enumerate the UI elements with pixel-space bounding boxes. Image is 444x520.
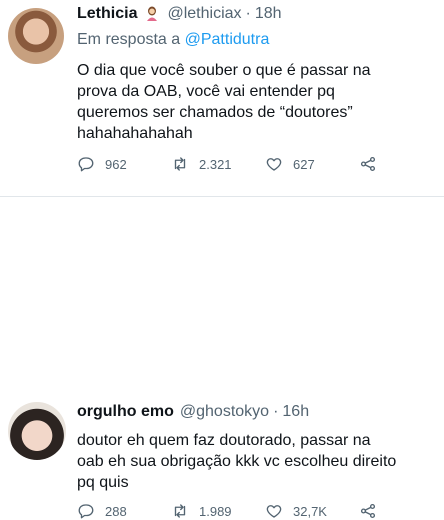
- like-button[interactable]: 627: [265, 155, 359, 173]
- retweet-button[interactable]: 2.321: [171, 155, 265, 173]
- retweet-count: 2.321: [199, 156, 232, 172]
- user-handle[interactable]: @lethiciax: [167, 4, 241, 24]
- heart-icon: [265, 502, 283, 520]
- display-name[interactable]: Lethicia: [77, 4, 137, 24]
- share-icon: [359, 155, 377, 173]
- woman-emoji-icon: [145, 6, 159, 22]
- reply-count: 962: [105, 156, 127, 172]
- avatar[interactable]: [8, 402, 66, 460]
- action-bar: 288 1.989 32,7K: [77, 502, 387, 520]
- reply-button[interactable]: 288: [77, 502, 171, 520]
- reply-icon: [77, 155, 95, 173]
- tweet[interactable]: Lethicia @lethiciax · 18h Em resposta a …: [0, 0, 444, 197]
- avatar[interactable]: [8, 8, 64, 64]
- reply-to-link[interactable]: @Pattidutra: [185, 31, 270, 48]
- tweet-text: O dia que você souber o que é passar na …: [77, 62, 371, 142]
- retweet-count: 1.989: [199, 503, 232, 519]
- reply-prefix: Em resposta a: [77, 31, 181, 48]
- timestamp[interactable]: 18h: [255, 4, 282, 24]
- retweet-icon: [171, 155, 189, 173]
- retweet-icon: [171, 502, 189, 520]
- like-count: 627: [293, 156, 315, 172]
- like-button[interactable]: 32,7K: [265, 502, 359, 520]
- heart-icon: [265, 155, 283, 173]
- like-count: 32,7K: [293, 503, 327, 519]
- display-name[interactable]: orgulho emo: [77, 402, 174, 422]
- tweet-content: orgulho emo @ghostokyo · 16h doutor eh q…: [77, 402, 432, 493]
- reply-count: 288: [105, 503, 127, 519]
- share-button[interactable]: [359, 502, 387, 520]
- retweet-button[interactable]: 1.989: [171, 502, 265, 520]
- tweet-header: orgulho emo @ghostokyo · 16h: [77, 402, 432, 422]
- reply-context: Em resposta a @Pattidutra: [77, 30, 432, 50]
- share-icon: [359, 502, 377, 520]
- user-handle[interactable]: @ghostokyo: [180, 402, 269, 422]
- tweet-text: doutor eh quem faz doutorado, passar na …: [77, 432, 397, 491]
- separator: ·: [245, 5, 251, 22]
- separator: ·: [273, 403, 279, 420]
- tweet-header: Lethicia @lethiciax · 18h: [77, 4, 432, 24]
- tweet-content: Lethicia @lethiciax · 18h Em resposta a …: [77, 4, 432, 144]
- share-button[interactable]: [359, 155, 387, 173]
- timestamp[interactable]: 16h: [282, 402, 309, 422]
- tweet[interactable]: orgulho emo @ghostokyo · 16h doutor eh q…: [0, 197, 444, 519]
- reply-button[interactable]: 962: [77, 155, 171, 173]
- reply-icon: [77, 502, 95, 520]
- action-bar: 962 2.321 627: [77, 155, 387, 173]
